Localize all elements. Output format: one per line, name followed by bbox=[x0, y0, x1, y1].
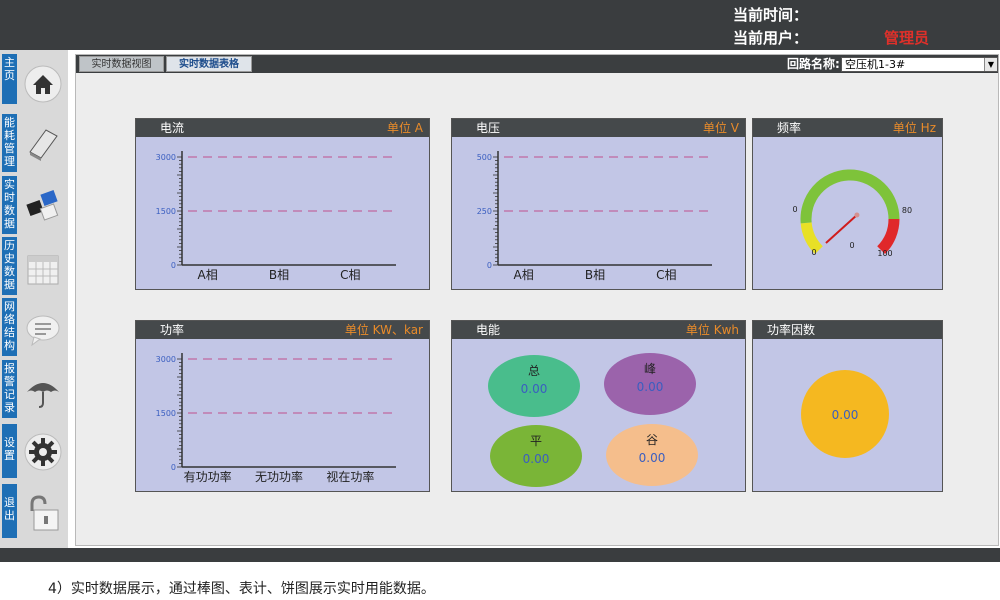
chevron-down-icon[interactable]: ▼ bbox=[984, 58, 997, 71]
frequency-gauge: 0 0 80 100 0 bbox=[792, 169, 912, 258]
circuit-select[interactable]: 空压机1-3# ▼ bbox=[841, 57, 998, 72]
energy-name-label: 总 bbox=[528, 364, 540, 378]
sidebar-item-network[interactable]: 网络结构 bbox=[2, 298, 17, 356]
y-tick-label: 500 bbox=[477, 153, 492, 162]
card-unit: 单位 Hz bbox=[892, 121, 936, 135]
unlock-icon[interactable] bbox=[24, 494, 62, 532]
card-title: 功率因数 bbox=[767, 323, 816, 337]
energy-value-label: 0.00 bbox=[637, 380, 664, 394]
gauge-value-label: 0 bbox=[849, 241, 854, 250]
y-tick-label: 3000 bbox=[156, 355, 176, 364]
gauge-scale-label: 100 bbox=[877, 249, 892, 258]
gauge-scale-label: 80 bbox=[902, 206, 912, 215]
card-title: 频率 bbox=[777, 121, 802, 135]
y-tick-label: 3000 bbox=[156, 153, 176, 162]
gauge-scale-label: 0 bbox=[811, 248, 816, 257]
current-card: 电流 单位 A 0 1500 3000 A相 B相 C相 bbox=[135, 118, 430, 290]
energy-name-label: 平 bbox=[530, 434, 542, 448]
power-chart: 0 1500 3000 有功功率 无功功率 视在功率 bbox=[156, 353, 396, 484]
gauge-scale-label: 0 bbox=[792, 205, 797, 214]
gauge-red-band bbox=[877, 218, 900, 255]
gear-icon[interactable] bbox=[24, 433, 62, 471]
voltage-card: 电压 单位 V 0 250 500 A相 B相 C相 bbox=[451, 118, 746, 290]
sidebar-item-home[interactable]: 主页 bbox=[2, 54, 17, 104]
y-tick-label: 1500 bbox=[156, 207, 176, 216]
y-tick-label: 1500 bbox=[156, 409, 176, 418]
gauge-needle bbox=[825, 214, 858, 244]
category-label: A相 bbox=[514, 268, 534, 282]
card-title: 电能 bbox=[476, 323, 501, 337]
category-label: B相 bbox=[585, 268, 605, 282]
voltage-chart: 0 250 500 A相 B相 C相 bbox=[477, 151, 712, 282]
sidebar-item-energy[interactable]: 能耗管理 bbox=[2, 114, 17, 172]
energy-card: 电能 单位 Kwh 总 0.00 峰 0.00 平 0.00 谷 0.00 bbox=[451, 320, 746, 492]
sidebar-item-history[interactable]: 历史数据 bbox=[2, 237, 17, 295]
book-icon[interactable] bbox=[24, 124, 62, 162]
gauge-hub bbox=[854, 212, 860, 218]
energy-value-label: 0.00 bbox=[521, 382, 548, 396]
cubes-icon[interactable] bbox=[24, 186, 62, 224]
caption: 4）实时数据展示，通过棒图、表计、饼图展示实时用能数据。 bbox=[48, 581, 435, 597]
energy-value-label: 0.00 bbox=[639, 451, 666, 465]
power-factor-value: 0.00 bbox=[832, 408, 859, 422]
bottom-bar bbox=[0, 548, 1000, 562]
category-label: A相 bbox=[198, 268, 218, 282]
tab-realtime-table[interactable]: 实时数据表格 bbox=[166, 56, 252, 72]
circuit-select-value: 空压机1-3# bbox=[845, 58, 906, 71]
gauge-green-band bbox=[800, 169, 900, 224]
y-tick-label: 0 bbox=[171, 463, 176, 472]
card-unit: 单位 KW、kar bbox=[344, 323, 423, 337]
calendar-icon[interactable] bbox=[24, 250, 62, 288]
energy-name-label: 谷 bbox=[646, 433, 658, 447]
category-label: C相 bbox=[656, 268, 676, 282]
card-title: 电流 bbox=[160, 121, 185, 135]
energy-chart: 总 0.00 峰 0.00 平 0.00 谷 0.00 bbox=[488, 353, 698, 487]
gauge-yellow-band bbox=[800, 222, 823, 255]
chat-icon[interactable] bbox=[24, 311, 62, 349]
category-label: 视在功率 bbox=[326, 469, 374, 484]
sidebar-item-realtime[interactable]: 实时数据 bbox=[2, 176, 17, 234]
card-unit: 单位 A bbox=[386, 121, 423, 135]
top-bar: 当前时间： 当前用户： 管理员 bbox=[0, 0, 1000, 50]
category-label: 有功功率 bbox=[184, 469, 232, 484]
sidebar-item-alarm[interactable]: 报警记录 bbox=[2, 360, 17, 418]
card-title: 功率 bbox=[160, 323, 185, 337]
category-label: 无功功率 bbox=[255, 469, 303, 484]
umbrella-icon[interactable] bbox=[24, 372, 62, 410]
category-label: B相 bbox=[269, 268, 289, 282]
y-tick-label: 0 bbox=[171, 261, 176, 270]
power-factor-card: 功率因数 0.00 bbox=[752, 320, 943, 492]
energy-value-label: 0.00 bbox=[523, 452, 550, 466]
card-unit: 单位 V bbox=[702, 121, 739, 135]
current-time-label: 当前时间： bbox=[733, 6, 809, 24]
frequency-card: 频率 单位 Hz 0 0 80 100 0 bbox=[752, 118, 943, 290]
power-card: 功率 单位 KW、kar 0 1500 3000 有功功率 无功功率 视在功率 bbox=[135, 320, 430, 492]
current-user-label: 当前用户： bbox=[733, 29, 809, 47]
energy-name-label: 峰 bbox=[644, 362, 656, 376]
home-icon[interactable] bbox=[24, 65, 62, 103]
tab-realtime-view[interactable]: 实时数据视图 bbox=[79, 56, 164, 72]
category-label: C相 bbox=[340, 268, 360, 282]
y-tick-label: 250 bbox=[477, 207, 492, 216]
y-tick-label: 0 bbox=[487, 261, 492, 270]
current-user-name: 管理员 bbox=[884, 29, 930, 47]
power-factor-chart: 0.00 bbox=[801, 370, 889, 458]
circuit-name-label: 回路名称: bbox=[787, 57, 840, 71]
current-chart: 0 1500 3000 A相 B相 C相 bbox=[156, 151, 396, 282]
sidebar-item-settings[interactable]: 设置 bbox=[2, 424, 17, 478]
card-unit: 单位 Kwh bbox=[685, 323, 739, 337]
sidebar-item-logout[interactable]: 退出 bbox=[2, 484, 17, 538]
card-title: 电压 bbox=[476, 121, 501, 135]
